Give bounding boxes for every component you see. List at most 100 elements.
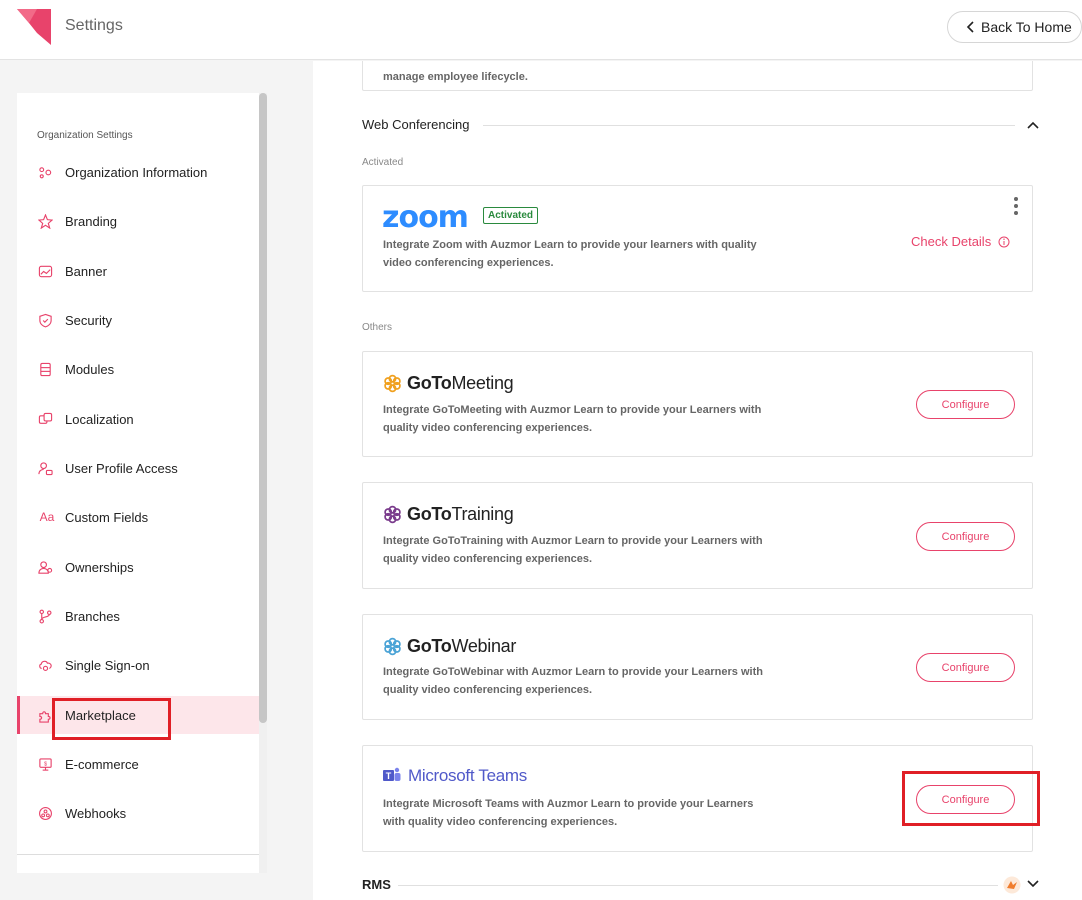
ecommerce-icon: $ bbox=[37, 756, 53, 772]
configure-gotowebinar-button[interactable]: Configure bbox=[916, 653, 1015, 682]
card-description: Integrate GoToMeeting with Auzmor Learn … bbox=[383, 404, 762, 434]
sidebar-item-branding[interactable]: Branding bbox=[17, 202, 259, 240]
sidebar-item-webhooks[interactable]: Webhooks bbox=[17, 794, 259, 832]
configure-microsoft-teams-button[interactable]: Configure bbox=[916, 785, 1015, 814]
more-options-icon[interactable] bbox=[1013, 196, 1019, 216]
sidebar-item-label: Branding bbox=[65, 213, 118, 229]
sidebar-item-label: Security bbox=[65, 312, 112, 328]
user-profile-icon bbox=[37, 460, 53, 476]
section-divider bbox=[398, 885, 998, 886]
sidebar-item-marketplace[interactable]: Marketplace bbox=[17, 696, 259, 734]
sidebar-item-branches[interactable]: Branches bbox=[17, 597, 259, 635]
gototraining-logo: GoToTraining bbox=[383, 504, 514, 525]
sidebar-item-security[interactable]: Security bbox=[17, 301, 259, 339]
sidebar-item-label: Localization bbox=[65, 411, 134, 427]
ownership-icon bbox=[37, 559, 53, 575]
sidebar-item-custom-fields[interactable]: Aa Custom Fields bbox=[17, 498, 259, 536]
brand-name-rest: Training bbox=[451, 504, 514, 524]
svg-text:T: T bbox=[386, 771, 392, 781]
gotowebinar-logo: GoToWebinar bbox=[383, 636, 516, 657]
brand-name-bold: GoTo bbox=[407, 504, 452, 524]
card-description: Integrate Microsoft Teams with Auzmor Le… bbox=[383, 798, 754, 828]
sidebar-item-banner[interactable]: Banner bbox=[17, 252, 259, 290]
back-to-home-label: Back To Home bbox=[981, 19, 1072, 35]
custom-fields-icon: Aa bbox=[39, 510, 55, 524]
integration-card-partial: manage employee lifecycle. bbox=[362, 61, 1033, 91]
sidebar-item-label: Single Sign-on bbox=[65, 657, 150, 673]
microsoft-teams-logo: T Microsoft Teams bbox=[383, 766, 527, 786]
zoom-integration-card: zoom Activated Integrate Zoom with Auzmo… bbox=[362, 185, 1033, 292]
gototraining-flower-icon bbox=[384, 505, 401, 524]
brand-name-bold: GoTo bbox=[407, 373, 452, 393]
sidebar-item-e-commerce[interactable]: $ E-commerce bbox=[17, 745, 259, 783]
branch-icon bbox=[37, 608, 53, 624]
back-to-home-button[interactable]: Back To Home bbox=[947, 11, 1082, 43]
sidebar-item-single-sign-on[interactable]: Single Sign-on bbox=[17, 646, 259, 684]
gototraining-integration-card: GoToTraining Integrate GoToTraining with… bbox=[362, 482, 1033, 589]
gotomeeting-logo: GoToMeeting bbox=[383, 373, 514, 394]
sidebar-item-label: Banner bbox=[65, 263, 107, 279]
gotowebinar-integration-card: GoToWebinar Integrate GoToWebinar with A… bbox=[362, 614, 1033, 720]
configure-gototraining-button[interactable]: Configure bbox=[916, 522, 1015, 551]
sidebar-item-localization[interactable]: Localization bbox=[17, 400, 259, 438]
sidebar-scrollbar-thumb[interactable] bbox=[259, 93, 267, 723]
chevron-down-icon[interactable] bbox=[1027, 880, 1039, 888]
section-title-rms: RMS bbox=[362, 877, 391, 892]
sidebar-item-organization-information[interactable]: Organization Information bbox=[17, 153, 259, 191]
card-description: Integrate GoToWebinar with Auzmor Learn … bbox=[383, 666, 763, 696]
top-bar: Settings Back To Home bbox=[0, 0, 1082, 60]
sso-icon bbox=[37, 657, 53, 673]
page-title: Settings bbox=[65, 17, 123, 34]
microsoft-teams-brand: Microsoft Teams bbox=[408, 766, 527, 785]
info-icon bbox=[998, 236, 1010, 247]
app-logo[interactable] bbox=[17, 9, 51, 45]
gotomeeting-integration-card: GoToMeeting Integrate GoToMeeting with A… bbox=[362, 351, 1033, 457]
activated-label: Activated bbox=[362, 157, 404, 168]
sidebar-divider bbox=[17, 854, 259, 855]
banner-icon bbox=[37, 263, 53, 279]
others-label: Others bbox=[362, 322, 393, 333]
sidebar-item-label: Ownerships bbox=[65, 559, 134, 575]
modules-icon bbox=[37, 361, 53, 377]
gotomeeting-flower-icon bbox=[384, 374, 401, 393]
sidebar-item-ownerships[interactable]: Ownerships bbox=[17, 548, 259, 586]
sidebar-heading: Organization Settings bbox=[37, 130, 133, 141]
sidebar-item-label: Webhooks bbox=[65, 805, 127, 821]
org-info-icon bbox=[37, 164, 53, 180]
puzzle-icon bbox=[37, 707, 53, 723]
section-title-web-conferencing: Web Conferencing bbox=[362, 117, 470, 132]
sidebar-item-label: Organization Information bbox=[65, 164, 208, 180]
sidebar-item-label: Custom Fields bbox=[65, 509, 149, 525]
microsoft-teams-integration-card: T Microsoft Teams Integrate Microsoft Te… bbox=[362, 745, 1033, 852]
microsoft-teams-icon: T bbox=[383, 767, 401, 781]
activated-badge: Activated bbox=[483, 207, 539, 224]
section-divider bbox=[483, 125, 1015, 126]
sidebar-item-label: Modules bbox=[65, 361, 115, 377]
svg-text:$: $ bbox=[43, 761, 47, 767]
sidebar-item-label: Branches bbox=[65, 608, 120, 624]
sidebar-item-modules[interactable]: Modules bbox=[17, 350, 259, 388]
card-description: Integrate Zoom with Auzmor Learn to prov… bbox=[383, 239, 757, 269]
main-content: manage employee lifecycle. Web Conferenc… bbox=[313, 61, 1082, 900]
check-details-label: Check Details bbox=[911, 234, 992, 249]
check-details-link[interactable]: Check Details bbox=[911, 234, 1010, 249]
security-shield-icon bbox=[37, 312, 53, 328]
sidebar-item-label: User Profile Access bbox=[65, 460, 178, 476]
sidebar-item-label: Marketplace bbox=[65, 707, 136, 723]
localization-icon bbox=[37, 411, 53, 427]
chevron-up-icon[interactable] bbox=[1027, 121, 1039, 129]
zoom-logo: zoom bbox=[382, 200, 469, 235]
branding-icon bbox=[37, 213, 53, 229]
brand-name-rest: Meeting bbox=[451, 373, 514, 393]
configure-gotomeeting-button[interactable]: Configure bbox=[916, 390, 1015, 419]
brand-name-rest: Webinar bbox=[451, 636, 517, 656]
webhook-icon bbox=[37, 805, 53, 821]
brand-name-bold: GoTo bbox=[407, 636, 452, 656]
settings-sidebar: Organization Settings Organization Infor… bbox=[17, 93, 259, 873]
gotowebinar-flower-icon bbox=[384, 637, 401, 656]
rms-status-icon bbox=[1003, 876, 1021, 894]
sidebar-item-label: E-commerce bbox=[65, 756, 139, 772]
card-description: manage employee lifecycle. bbox=[383, 71, 528, 83]
chevron-left-icon bbox=[966, 21, 974, 33]
sidebar-item-user-profile-access[interactable]: User Profile Access bbox=[17, 449, 259, 487]
